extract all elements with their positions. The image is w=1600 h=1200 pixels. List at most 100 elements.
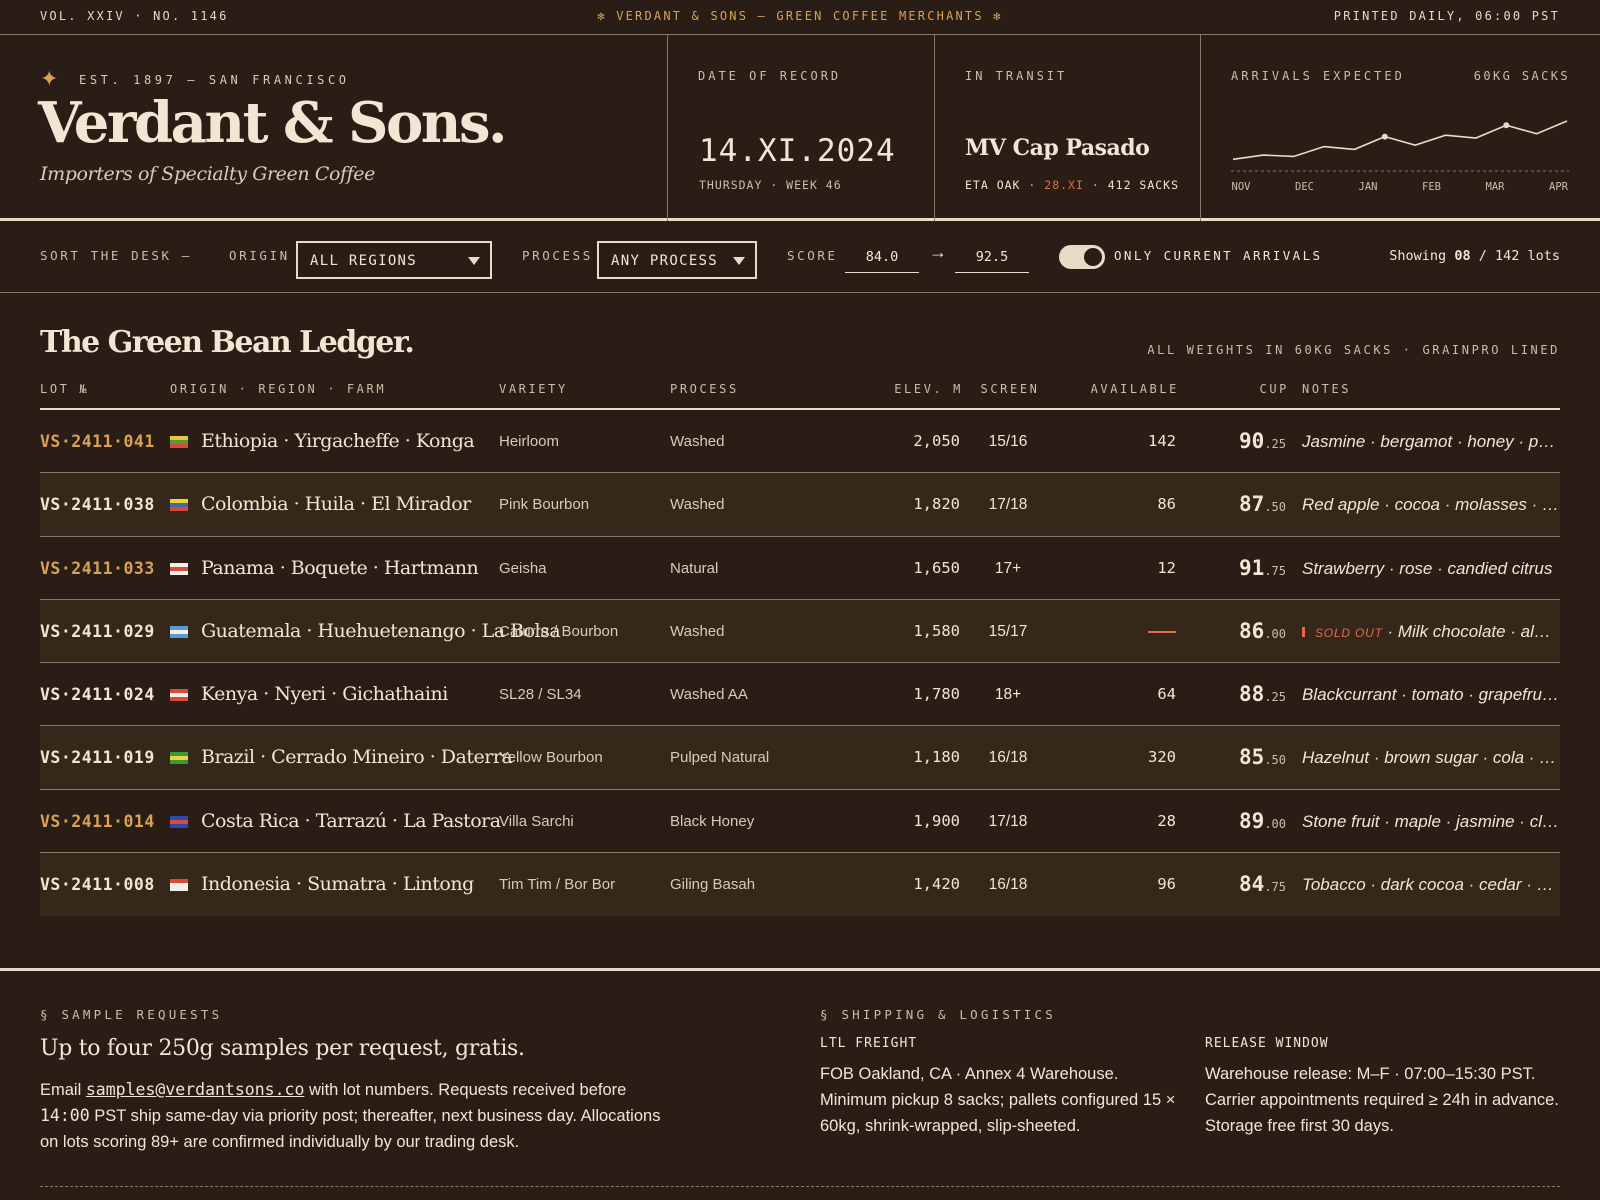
month-tick-label: FEB xyxy=(1422,181,1441,193)
print-schedule: PRINTED DAILY, 06:00 PST xyxy=(1333,9,1560,23)
lot-number[interactable]: VS·2411·033 xyxy=(40,537,155,600)
caret-down-icon xyxy=(468,257,480,265)
arrivals-point xyxy=(1503,122,1510,129)
ltl-freight-body: FOB Oakland, CA · Annex 4 Warehouse. Min… xyxy=(820,1065,1176,1135)
current-arrivals-label: ONLY CURRENT ARRIVALS xyxy=(1114,248,1323,263)
col-lot[interactable]: LOT № xyxy=(40,382,89,396)
cup-score: 90.25 xyxy=(1239,429,1286,453)
lot-number[interactable]: VS·2411·029 xyxy=(40,600,155,663)
sample-requests-body: Email samples@verdantsons.co with lot nu… xyxy=(40,1080,661,1151)
cup-score: 88.25 xyxy=(1239,682,1286,707)
country-flag-icon xyxy=(170,815,188,828)
sold-out-dash xyxy=(1148,630,1176,633)
table-row[interactable]: VS·2411·038 Colombia · Huila · El Mirador… xyxy=(40,473,1560,537)
lot-number[interactable]: VS·2411·041 xyxy=(40,410,155,473)
origin-region-farm: Costa Rica · Tarrazú · La Pastora xyxy=(201,809,501,832)
arrivals-panel: ARRIVALS EXPECTED 60KG SACKS NOV DEC JAN FE… xyxy=(1200,35,1600,221)
lot-number[interactable]: VS·2411·024 xyxy=(40,663,155,726)
lot-number[interactable]: VS·2411·038 xyxy=(40,473,155,536)
elevation: 1,900 xyxy=(913,811,960,830)
process: Washed xyxy=(670,622,725,640)
origin-region-farm: Ethiopia · Yirgacheffe · Konga xyxy=(201,430,475,452)
country-flag-icon xyxy=(170,562,188,575)
table-row[interactable]: VS·2411·008 Indonesia · Sumatra · Lintong… xyxy=(40,853,1560,917)
screen-size: 16/18 xyxy=(988,876,1028,894)
month-tick-label: APR xyxy=(1549,181,1569,193)
elevation: 1,820 xyxy=(913,495,960,514)
table-row[interactable]: VS·2411·033 Panama · Boquete · Hartmann Ge… xyxy=(40,537,1560,600)
col-screen[interactable]: SCREEN xyxy=(970,382,1050,396)
country-flag-icon xyxy=(170,689,188,702)
month-tick-label: JAN xyxy=(1359,181,1378,193)
cup-score: 89.00 xyxy=(1239,808,1286,833)
elevation: 1,420 xyxy=(913,875,960,894)
col-elevation[interactable]: ELEV. M xyxy=(820,382,963,396)
brand-block: ✦ EST. 1897 — SAN FRANCISCO Verdant & So… xyxy=(0,35,668,221)
tasting-notes: SOLD OUT · Milk chocolate · almond · tof… xyxy=(1302,600,1560,665)
table-row[interactable]: VS·2411·019 Brazil · Cerrado Mineiro · Da… xyxy=(40,726,1560,790)
score-max-input[interactable]: 92.5 xyxy=(955,245,1029,273)
brand-tagline: Importers of Specialty Green Coffee xyxy=(40,163,375,185)
current-arrivals-toggle[interactable] xyxy=(1059,245,1105,269)
lot-number[interactable]: VS·2411·008 xyxy=(40,853,155,916)
table-row[interactable]: VS·2411·024 Kenya · Nyeri · Gichathaini SL… xyxy=(40,663,1560,727)
process-dropdown-value: ANY PROCESS xyxy=(611,253,719,269)
tasting-notes: Jasmine · bergamot · honey · peach xyxy=(1302,432,1560,451)
cup-score: 87.50 xyxy=(1239,492,1286,517)
vessel-name: MV Cap Pasado xyxy=(965,135,1150,161)
country-flag-icon xyxy=(170,499,188,512)
col-origin[interactable]: ORIGIN · REGION · FARM xyxy=(170,382,386,396)
arrivals-point xyxy=(1381,133,1388,140)
brand-established: EST. 1897 — SAN FRANCISCO xyxy=(79,73,350,87)
col-process[interactable]: PROCESS xyxy=(670,382,739,396)
sample-email-link[interactable]: samples@verdantsons.co xyxy=(86,1080,305,1099)
table-row[interactable]: VS·2411·041 Ethiopia · Yirgacheffe · Kong… xyxy=(40,410,1560,474)
date-of-record-sub: THURSDAY · WEEK 46 xyxy=(699,178,842,192)
sample-requests-title: § SAMPLE REQUESTS xyxy=(40,1007,223,1022)
col-available[interactable]: AVAILABLE xyxy=(1040,382,1179,396)
ltl-freight-title: LTL FREIGHT xyxy=(820,1036,918,1051)
process-filter-label: PROCESS xyxy=(522,248,593,263)
tasting-notes: Stone fruit · maple · jasmine · clove xyxy=(1302,811,1560,831)
table-row[interactable]: VS·2411·014 Costa Rica · Tarrazú · La Pas… xyxy=(40,790,1560,854)
month-tick-label: MAR xyxy=(1486,181,1506,193)
country-flag-icon xyxy=(170,436,188,448)
process: Washed xyxy=(670,496,725,514)
arrivals-label: ARRIVALS EXPECTED xyxy=(1231,69,1405,83)
ledger-title: The Green Bean Ledger. xyxy=(40,325,415,360)
process-dropdown[interactable]: ANY PROCESS xyxy=(597,241,757,279)
available-sacks: 320 xyxy=(1148,748,1176,767)
lot-number[interactable]: VS·2411·019 xyxy=(40,726,155,789)
col-cup[interactable]: CUP xyxy=(1180,382,1289,396)
brand-name: Verdant & Sons. xyxy=(38,90,508,156)
elevation: 1,780 xyxy=(913,685,960,704)
ledger-rows: VS·2411·041 Ethiopia · Yirgacheffe · Kong… xyxy=(40,410,1560,917)
arrivals-sparkline: NOV DEC JAN FEB MAR APR xyxy=(1231,120,1569,193)
table-row[interactable]: VS·2411·029 Guatemala · Huehuetenango · L… xyxy=(40,599,1560,665)
tasting-notes: Tobacco · dark cocoa · cedar · earth xyxy=(1302,875,1560,895)
range-arrow-icon: → xyxy=(929,242,947,262)
process: Pulped Natural xyxy=(670,749,770,767)
toggle-knob xyxy=(1084,248,1102,266)
col-variety[interactable]: VARIETY xyxy=(499,382,568,396)
screen-size: 15/16 xyxy=(988,433,1028,450)
tasting-notes: Strawberry · rose · candied citrus xyxy=(1302,558,1553,578)
tasting-notes: Blackcurrant · tomato · grapefruit · sug… xyxy=(1302,685,1560,705)
footer-dashed-rule xyxy=(40,1186,1560,1187)
available-sacks: 12 xyxy=(1157,558,1176,577)
shipping-title: § SHIPPING & LOGISTICS xyxy=(820,1007,1056,1022)
available-sacks: 142 xyxy=(1148,432,1176,450)
elevation: 1,580 xyxy=(913,621,960,640)
tasting-notes: Hazelnut · brown sugar · cola · cedar xyxy=(1302,748,1560,768)
date-of-record-panel: DATE OF RECORD 14.XI.2024 THURSDAY · WEE… xyxy=(667,35,934,221)
lot-number[interactable]: VS·2411·014 xyxy=(40,790,155,853)
score-min-input[interactable]: 84.0 xyxy=(845,245,919,273)
screen-size: 17+ xyxy=(994,559,1022,577)
cup-score: 84.75 xyxy=(1239,872,1286,897)
origin-region-farm: Panama · Boquete · Hartmann xyxy=(201,556,479,579)
masthead-strip: VOL. XXIV · NO. 1146 ✻ VERDANT & SONS — … xyxy=(0,0,1600,35)
date-of-record-value: 14.XI.2024 xyxy=(699,133,896,169)
col-notes[interactable]: NOTES xyxy=(1302,382,1351,396)
sample-requests-headline: Up to four 250g samples per request, gra… xyxy=(40,1036,525,1061)
origin-dropdown[interactable]: ALL REGIONS xyxy=(296,241,492,279)
